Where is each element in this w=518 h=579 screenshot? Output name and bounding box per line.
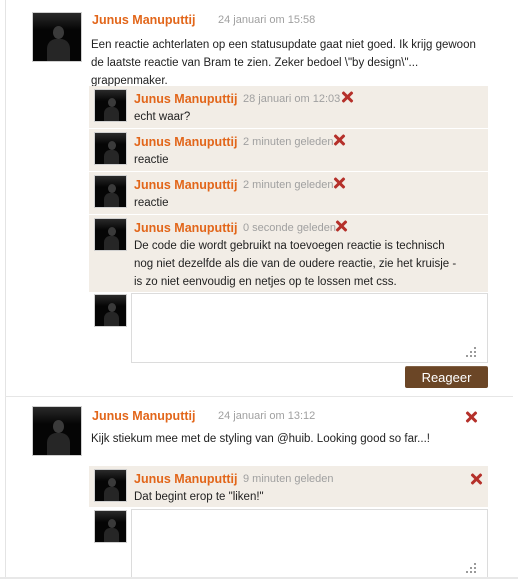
reply-item: Junus Manuputtij 9 minuten geleden Dat b…: [89, 466, 488, 508]
reply-input[interactable]: [131, 509, 488, 579]
reply-author[interactable]: Junus Manuputtij: [134, 178, 237, 192]
left-border: [5, 0, 6, 579]
reply-text: reactie: [134, 197, 169, 209]
reply-author[interactable]: Junus Manuputtij: [134, 221, 237, 235]
resize-grip-icon[interactable]: [466, 563, 476, 573]
post-divider: [5, 396, 513, 397]
reply-author[interactable]: Junus Manuputtij: [134, 472, 237, 486]
reply-item: Junus Manuputtij 0 seconde geleden De co…: [89, 215, 488, 293]
post-timestamp: 24 januari om 15:58: [218, 14, 316, 26]
delete-reply-icon[interactable]: [333, 177, 345, 189]
my-avatar: [94, 510, 127, 543]
reply-text: reactie: [134, 154, 169, 166]
delete-reply-icon[interactable]: [341, 91, 353, 103]
reply-item: Junus Manuputtij 2 minuten geleden react…: [89, 172, 488, 215]
reply-author[interactable]: Junus Manuputtij: [134, 135, 237, 149]
reply-avatar[interactable]: [94, 469, 127, 502]
post-author[interactable]: Junus Manuputtij: [92, 13, 195, 27]
resize-grip-icon[interactable]: [466, 347, 476, 357]
post-text: Een reactie achterlaten op een statusupd…: [91, 39, 476, 87]
delete-reply-icon[interactable]: [335, 220, 347, 232]
reply-item: Junus Manuputtij 2 minuten geleden react…: [89, 129, 488, 172]
delete-reply-icon[interactable]: [333, 134, 345, 146]
reply-text: De code die wordt gebruikt na toevoegen …: [134, 240, 457, 288]
reply-avatar[interactable]: [94, 218, 127, 251]
reply-avatar[interactable]: [94, 89, 127, 122]
reply-author[interactable]: Junus Manuputtij: [134, 92, 237, 106]
post-text: Kijk stiekum mee met de styling van @hui…: [91, 433, 430, 445]
post-timestamp: 24 januari om 13:12: [218, 410, 316, 422]
reply-text: echt waar?: [134, 111, 191, 123]
reply-item: Junus Manuputtij 28 januari om 12:03 ech…: [89, 86, 488, 129]
reply-timestamp: 2 minuten geleden: [243, 179, 334, 191]
delete-reply-icon[interactable]: [470, 473, 482, 485]
avatar[interactable]: [32, 12, 82, 62]
reply-input[interactable]: [131, 293, 488, 363]
post-author[interactable]: Junus Manuputtij: [92, 409, 195, 423]
reageer-button[interactable]: Reageer: [405, 366, 488, 388]
reply-timestamp: 28 januari om 12:03: [243, 93, 341, 105]
reply-timestamp: 2 minuten geleden: [243, 136, 334, 148]
reply-avatar[interactable]: [94, 132, 127, 165]
reply-timestamp: 9 minuten geleden: [243, 473, 334, 485]
reply-timestamp: 0 seconde geleden: [243, 222, 336, 234]
avatar[interactable]: [32, 406, 82, 456]
reply-text: Dat begint erop te "liken!": [134, 491, 264, 503]
delete-post-icon[interactable]: [465, 411, 477, 423]
my-avatar: [94, 294, 127, 327]
reply-avatar[interactable]: [94, 175, 127, 208]
